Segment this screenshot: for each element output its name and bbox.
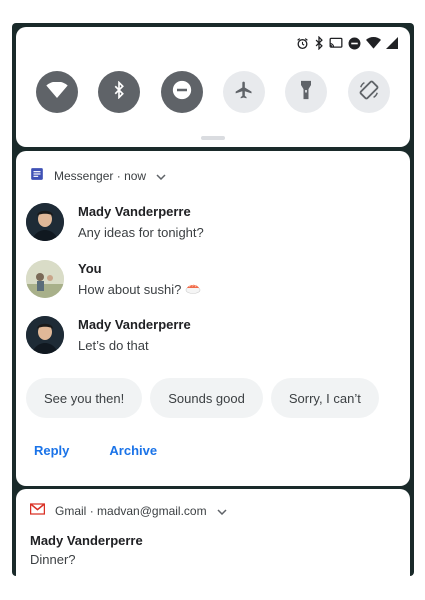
email-sender: Mady Vanderperre	[30, 533, 143, 548]
quick-settings-tiles	[16, 71, 410, 113]
header-separator: ·	[89, 503, 94, 518]
bluetooth-icon	[314, 36, 324, 50]
gmail-app-icon	[30, 503, 45, 518]
message-body-wrap: Any ideas for tonight?	[78, 225, 204, 240]
reply-button[interactable]: Reply	[34, 443, 69, 458]
app-name: Messenger	[54, 168, 114, 183]
expand-chevron-icon[interactable]	[156, 169, 166, 183]
messenger-app-icon	[30, 167, 44, 184]
cast-icon	[329, 37, 343, 49]
app-name: Gmail	[55, 503, 87, 518]
avatar	[26, 316, 64, 354]
avatar	[26, 260, 64, 298]
airplane-icon	[234, 80, 254, 105]
header-separator: ·	[116, 168, 121, 183]
messenger-notification[interactable]: Messenger · now Mady Vanderperre Any ide…	[16, 151, 410, 486]
expand-chevron-icon[interactable]	[217, 504, 227, 518]
message-body-wrap: Let’s do that	[78, 338, 191, 353]
bluetooth-tile[interactable]	[98, 71, 141, 113]
notification-time: now	[124, 168, 147, 183]
flashlight-tile[interactable]	[285, 71, 328, 113]
drag-handle[interactable]	[201, 136, 225, 140]
message-row: Mady Vanderperre Let’s do that	[26, 316, 191, 354]
sushi-emoji-icon	[185, 282, 201, 297]
do-not-disturb-icon	[172, 80, 192, 105]
archive-button[interactable]: Archive	[109, 443, 157, 458]
message-sender: Mady Vanderperre	[78, 317, 191, 332]
flashlight-icon	[299, 80, 313, 105]
message-text: Let’s do that	[78, 338, 149, 353]
smart-reply-chip[interactable]: See you then!	[26, 378, 143, 418]
smart-reply-chips: See you then! Sounds good Sorry, I can’t	[26, 378, 379, 418]
message-sender: Mady Vanderperre	[78, 204, 191, 219]
notification-header: Messenger · now	[30, 167, 166, 184]
bluetooth-icon	[113, 80, 125, 104]
email-subject: Dinner?	[30, 552, 76, 567]
auto-rotate-icon	[358, 79, 380, 106]
avatar	[26, 203, 64, 241]
status-bar	[296, 35, 398, 51]
alarm-icon	[296, 37, 309, 50]
do-not-disturb-icon	[348, 37, 361, 50]
smart-reply-chip[interactable]: Sorry, I can’t	[270, 378, 379, 418]
airplane-mode-tile[interactable]	[223, 71, 266, 113]
wifi-icon	[46, 80, 68, 103]
message-body-wrap: How about sushi?	[78, 282, 201, 297]
message-sender: You	[78, 261, 102, 276]
smart-reply-chip[interactable]: Sounds good	[150, 378, 263, 418]
wifi-icon	[366, 37, 381, 49]
signal-icon	[386, 37, 398, 49]
wifi-tile[interactable]	[36, 71, 79, 113]
auto-rotate-tile[interactable]	[347, 71, 390, 113]
gmail-notification[interactable]: Gmail · madvan@gmail.com Mady Vanderperr…	[16, 489, 410, 576]
message-text: How about sushi?	[78, 282, 182, 297]
account-email: madvan@gmail.com	[97, 503, 207, 518]
message-row: Mady Vanderperre Any ideas for tonight?	[26, 203, 204, 241]
notification-header: Gmail · madvan@gmail.com	[30, 503, 227, 518]
quick-settings-panel	[16, 27, 410, 147]
notification-actions: Reply Archive	[34, 443, 157, 458]
message-row: You How about sushi?	[26, 260, 201, 298]
notification-shade: Messenger · now Mady Vanderperre Any ide…	[12, 23, 414, 576]
do-not-disturb-tile[interactable]	[160, 71, 203, 113]
message-text: Any ideas for tonight?	[78, 225, 204, 240]
